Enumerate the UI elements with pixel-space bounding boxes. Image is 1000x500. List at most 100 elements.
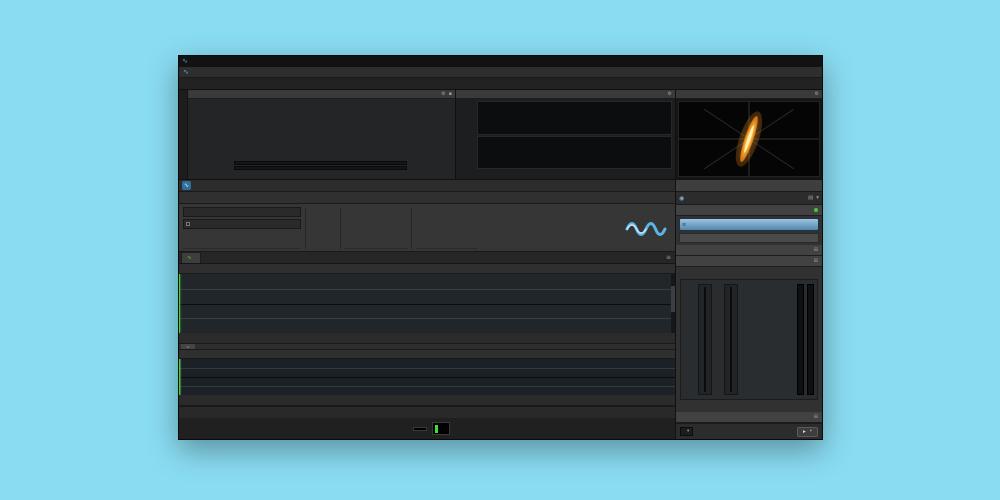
audio-file-icon: ∿ [187,255,192,261]
document-tab-bar: ∿ ≡ [179,252,675,264]
level-meter-body [188,99,455,179]
ribbon-group-audio-file [345,207,407,250]
phasescope-graph [679,102,819,176]
grip-icon: ≡ [682,222,686,228]
marker-nav-buttons [310,207,336,250]
frequency-scale [477,170,672,177]
dock-group-mid [456,78,676,89]
menu-bar: ∿ [179,67,822,78]
gear-icon[interactable]: ⚙ [441,91,445,97]
pan-meter [226,160,415,171]
chevron-down-icon: ▾ [810,429,812,434]
preset-row: ◉ ▤▾ [676,192,822,205]
expand-icon[interactable]: ⊞ [814,258,818,264]
checkbox-icon[interactable] [186,222,190,226]
pan-track-bottom [234,166,407,170]
expand-icon[interactable]: ⊞ [814,247,818,253]
markers-group-label [183,248,301,250]
effects-section-header[interactable] [676,205,822,216]
wavelab-window: ∿ ∿ ⚙ ▪ [178,55,823,440]
title-bar[interactable]: ∿ [179,56,822,67]
dock-group-left [179,78,456,89]
waveform-overview[interactable] [179,359,675,395]
level-meter-panel: ⚙ ▪ [188,90,456,179]
master-level-section-header[interactable]: ⊞ [676,256,822,267]
power-icon[interactable]: ◉ [679,195,684,202]
resampling-section-header[interactable]: ⊞ [676,245,822,256]
playback-cursor-overview[interactable] [179,359,180,395]
audio-file-group-label [345,248,407,250]
db-scale-bottom [459,136,475,170]
ribbon-group-markers [183,207,301,250]
db-scale-top [459,101,475,135]
fader-track-1[interactable] [698,284,712,395]
spectrum-plot-bottom [477,136,672,170]
pan-track-top [234,161,407,165]
gear-icon[interactable]: ⚙ [668,91,672,97]
meter-panels: ⚙ ▪ [179,90,822,180]
main-row: ∿ [179,180,822,439]
pin-icon[interactable]: ▪ [449,91,452,97]
wavelab-logo [625,207,671,250]
samplerate-selector[interactable]: ▾ [680,427,693,436]
spectrum-plot-top [477,101,672,135]
spectrometer-body [456,99,675,179]
master-gain-values [676,267,822,279]
audio-editor-header: ∿ [179,180,675,192]
signal-group-label [416,248,478,250]
transport-level-meter [432,422,450,435]
spectrometer-panel: ⚙ [456,90,676,179]
master-meter-2 [807,284,814,395]
wave-tab-icons [672,333,675,343]
time-display [413,427,427,431]
master-bottom-row: ▾ ▸▾ [676,423,822,439]
ribbon-tabs [179,192,675,204]
master-meter-1 [797,284,804,395]
fader-area [680,279,818,400]
overview-tab-icons [672,395,675,405]
audio-editor: ∿ [179,180,676,439]
fader-track-2[interactable] [724,284,738,395]
waveform-main-view[interactable] [179,274,675,333]
document-tab[interactable]: ∿ [181,252,201,263]
chevron-down-icon[interactable]: ▾ [816,195,819,201]
phasescope-panel: ⚙ [676,90,822,179]
wave-scrollbar[interactable] [671,274,675,333]
ribbon [179,204,675,252]
app-icon: ∿ [182,58,188,65]
tab-list-icon[interactable]: ≡ [662,252,675,263]
play-icon: ▸ [803,429,806,435]
phasescope-header: ⚙ [676,90,822,99]
master-section-header [676,180,822,192]
master-section: ◉ ▤▾ ≡ ⊞ ⊞ [676,180,822,439]
chevron-down-icon: ▾ [687,429,689,434]
preset-icons: ▤▾ [808,195,819,201]
status-bar [179,406,675,418]
expand-icon[interactable]: ⊞ [814,414,818,420]
fader-scale [684,284,695,395]
transport-bar [179,418,675,439]
dithering-section-header[interactable]: ⊞ [676,412,822,423]
edge-tab-levelmeter[interactable] [179,90,188,179]
dock-tab-bar [179,78,822,90]
spectrometer-header: ⚙ [456,90,675,99]
phasescope-display [678,101,820,177]
pan-section [192,153,451,177]
effects-active-led [814,208,818,212]
folder-icon[interactable]: ▤ [808,195,813,201]
wave-view-tabs [179,333,675,344]
end-marker-option[interactable] [183,219,301,229]
ribbon-group-signal [416,207,478,250]
gear-icon[interactable]: ⚙ [815,91,819,97]
dock-group-right [676,78,822,89]
playback-cursor-main[interactable] [179,274,180,333]
fader-link-row [676,400,822,412]
marker-name-field[interactable] [183,207,301,217]
wave-scroll-thumb[interactable] [671,286,675,313]
timeline-ruler-overview[interactable] [179,350,675,359]
render-button[interactable]: ▸▾ [797,427,818,437]
timeline-ruler-main[interactable] [179,264,675,274]
add-plugin-button[interactable] [679,233,819,243]
splitter-handle-icon[interactable]: ≍ [181,344,195,349]
plugin-slot-compressor[interactable]: ≡ [679,218,819,231]
